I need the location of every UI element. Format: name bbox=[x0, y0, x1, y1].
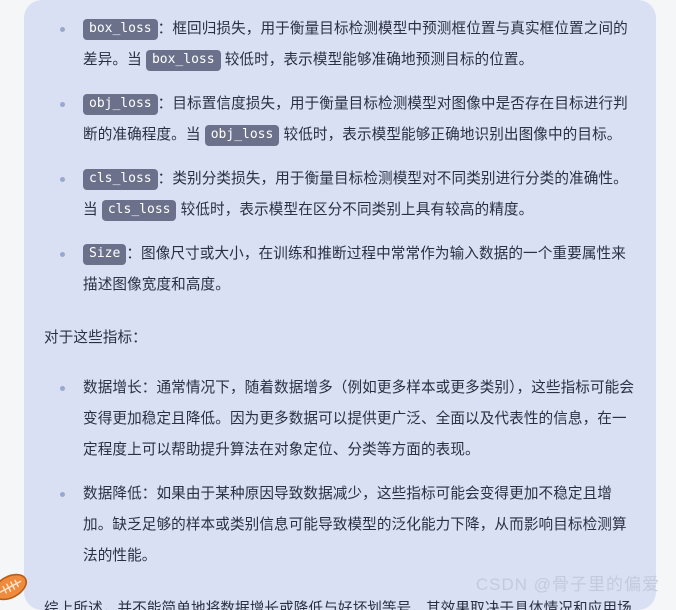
bullet-dot-icon bbox=[60, 27, 65, 32]
bullet-dot-icon bbox=[60, 177, 65, 182]
metric-text-2: 较低时，表示模型能够准确地预测目标的位置。 bbox=[220, 52, 534, 68]
metric-paragraph: cls_loss ：类别分类损失，用于衡量目标检测模型对不同类别进行分类的准确性。… bbox=[81, 164, 638, 226]
rugby-ball-icon bbox=[0, 573, 28, 601]
code-badge-cls-loss-2: cls_loss bbox=[101, 200, 177, 221]
code-badge-box-loss-2: box_loss bbox=[145, 50, 221, 71]
bullet-dot-icon bbox=[60, 102, 65, 107]
metric-text-2: 较低时，表示模型在区分不同类别上具有较高的精度。 bbox=[176, 202, 534, 218]
list-item: 数据降低：如果由于某种原因导致数据减少，这些指标可能会变得更加不稳定且增加。缺乏… bbox=[42, 479, 638, 572]
list-item: Size ：图像尺寸或大小，在训练和推断过程中常常作为输入数据的一个重要属性来描述… bbox=[42, 239, 638, 301]
metric-text: ：图像尺寸或大小，在训练和推断过程中常常作为输入数据的一个重要属性来描述图像宽度… bbox=[83, 246, 626, 293]
list-item: box_loss ：框回归损失，用于衡量目标检测模型中预测框位置与真实框位置之间的… bbox=[42, 14, 638, 76]
bullet-dot-icon bbox=[60, 386, 65, 391]
list-item: cls_loss ：类别分类损失，用于衡量目标检测模型对不同类别进行分类的准确性。… bbox=[42, 164, 638, 226]
csdn-watermark: CSDN @骨子里的偏爱 bbox=[475, 575, 660, 594]
code-badge-box-loss: box_loss bbox=[83, 19, 158, 40]
bullet-dot-icon bbox=[60, 252, 65, 257]
code-badge-obj-loss: obj_loss bbox=[83, 94, 158, 115]
metric-paragraph: obj_loss ：目标置信度损失，用于衡量目标检测模型对图像中是否存在目标进行判… bbox=[81, 89, 638, 151]
code-badge-size: Size bbox=[83, 244, 127, 265]
answer-content: box_loss ：框回归损失，用于衡量目标检测模型中预测框位置与真实框位置之间的… bbox=[42, 14, 638, 610]
metric-paragraph: box_loss ：框回归损失，用于衡量目标检测模型中预测框位置与真实框位置之间的… bbox=[81, 14, 638, 76]
list-item: obj_loss ：目标置信度损失，用于衡量目标检测模型对图像中是否存在目标进行判… bbox=[42, 89, 638, 151]
trend-paragraph: 数据增长：通常情况下，随着数据增多（例如更多样本或更多类别），这些指标可能会变得… bbox=[83, 380, 635, 458]
list-item: 数据增长：通常情况下，随着数据增多（例如更多样本或更多类别），这些指标可能会变得… bbox=[42, 373, 638, 466]
answer-bubble: box_loss ：框回归损失，用于衡量目标检测模型中预测框位置与真实框位置之间的… bbox=[24, 0, 656, 610]
trend-list: 数据增长：通常情况下，随着数据增多（例如更多样本或更多类别），这些指标可能会变得… bbox=[42, 373, 638, 572]
code-badge-cls-loss: cls_loss bbox=[83, 169, 158, 190]
metric-paragraph: Size ：图像尺寸或大小，在训练和推断过程中常常作为输入数据的一个重要属性来描述… bbox=[81, 239, 638, 301]
trend-paragraph: 数据降低：如果由于某种原因导致数据减少，这些指标可能会变得更加不稳定且增加。缺乏… bbox=[83, 486, 627, 564]
metrics-list: box_loss ：框回归损失，用于衡量目标检测模型中预测框位置与真实框位置之间的… bbox=[42, 14, 638, 301]
metric-text-2: 较低时，表示模型能够正确地识别出图像中的目标。 bbox=[279, 127, 622, 143]
page-root: box_loss ：框回归损失，用于衡量目标检测模型中预测框位置与真实框位置之间的… bbox=[0, 0, 676, 610]
bullet-dot-icon bbox=[60, 492, 65, 497]
intro-line: 对于这些指标： bbox=[44, 330, 147, 346]
code-badge-obj-loss-2: obj_loss bbox=[204, 125, 280, 146]
